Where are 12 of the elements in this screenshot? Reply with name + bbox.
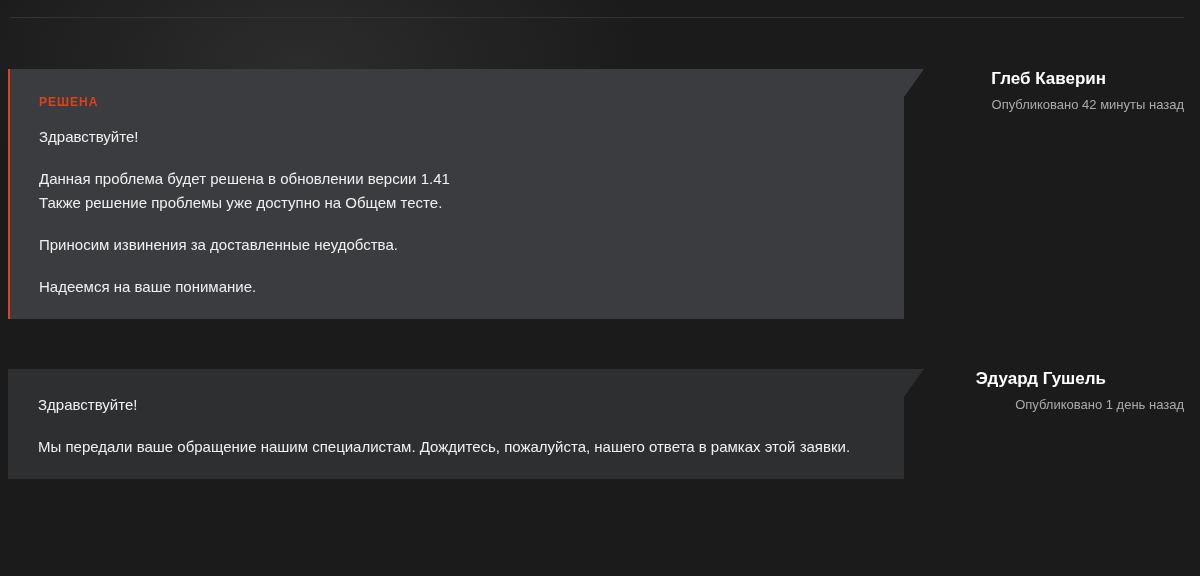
author-name: Эдуард Гушель (975, 369, 1106, 389)
message-text: Данная проблема будет решена в обновлении версии 1.41 (39, 169, 451, 189)
published-time: Опубликовано 1 день назад (1015, 397, 1184, 412)
status-label: РЕШЕНА (39, 95, 100, 109)
message-text: Мы передали ваше обращение нашим специалистам. Дождитесь, пожалуйста, нашего ответа в рамках этой заявки. (38, 437, 852, 457)
author-name: Глеб Каверин (991, 69, 1106, 89)
published-time: Опубликовано 42 минуты назад (991, 97, 1184, 112)
message-text: Здравствуйте! (38, 395, 139, 415)
message-text: Приносим извинения за доставленные неудобства. (39, 235, 399, 255)
message-text: Также решение проблемы уже доступно на Общем тесте. (39, 193, 444, 213)
message-text: Здравствуйте! (39, 127, 140, 147)
message-text: Надеемся на ваше понимание. (39, 277, 258, 297)
